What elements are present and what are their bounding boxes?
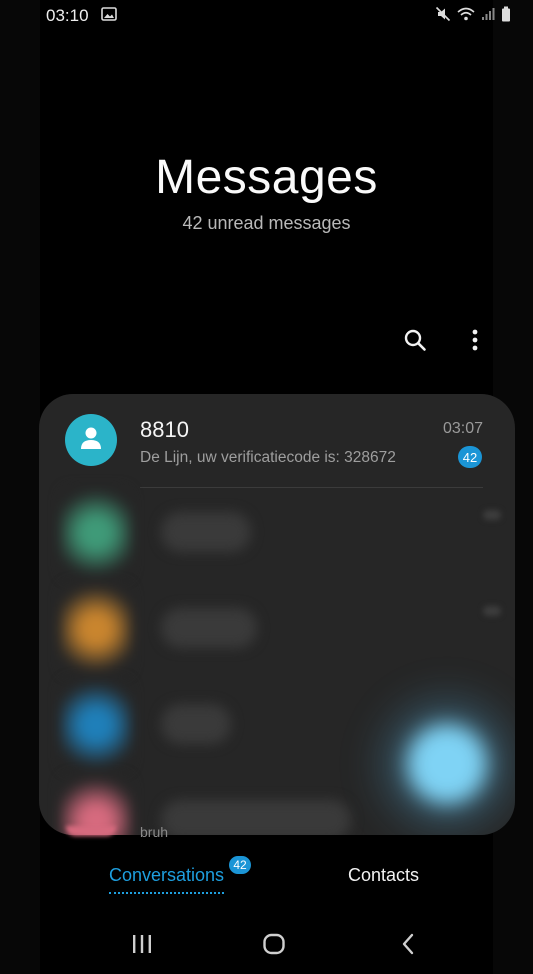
unread-count-subtitle: 42 unread messages bbox=[182, 213, 351, 233]
conversation-time: 03:07 bbox=[442, 420, 483, 437]
unread-badge: 42 bbox=[458, 446, 482, 468]
more-options-icon bbox=[471, 328, 479, 357]
blurred-conversation-item[interactable] bbox=[61, 488, 501, 584]
back-icon bbox=[400, 933, 416, 960]
home-button[interactable] bbox=[254, 931, 294, 961]
blurred-avatar bbox=[61, 488, 131, 578]
battery-icon bbox=[501, 6, 511, 27]
recent-apps-button[interactable] bbox=[122, 931, 162, 961]
conversations-tab-badge: 42 bbox=[228, 855, 252, 875]
toolbar bbox=[399, 322, 491, 362]
compose-button[interactable] bbox=[407, 724, 487, 804]
tab-conversations[interactable]: Conversations bbox=[109, 865, 225, 894]
search-button[interactable] bbox=[399, 322, 431, 362]
blurred-text bbox=[161, 800, 351, 835]
status-time: 03:10 bbox=[46, 6, 89, 25]
app-header: Messages 42 unread messages bbox=[0, 150, 533, 234]
status-right-icons bbox=[435, 6, 511, 27]
blurred-conversation-item[interactable] bbox=[61, 584, 501, 680]
mute-icon bbox=[435, 6, 451, 27]
blurred-text bbox=[161, 608, 257, 648]
conversation-preview: De Lijn, uw verificatiecode is: 328672 bbox=[140, 449, 396, 466]
left-edge-shade bbox=[0, 0, 40, 974]
recent-apps-icon bbox=[131, 934, 153, 959]
status-left-icons bbox=[100, 6, 117, 26]
wifi-icon bbox=[457, 7, 475, 26]
conversation-list[interactable]: 8810 De Lijn, uw verificatiecode is: 328… bbox=[39, 394, 515, 835]
signal-icon bbox=[481, 7, 495, 26]
home-icon bbox=[262, 933, 286, 960]
back-button[interactable] bbox=[388, 931, 428, 961]
bottom-tabs: Conversations 42 Contacts bbox=[0, 855, 533, 905]
conversation-sender: 8810 bbox=[140, 417, 189, 442]
gallery-icon bbox=[100, 6, 117, 26]
blurred-text bbox=[161, 512, 251, 552]
conversation-item[interactable]: 8810 De Lijn, uw verificatiecode is: 328… bbox=[39, 394, 515, 486]
status-bar: 03:10 bbox=[0, 0, 533, 32]
peek-preview-text: bruh bbox=[140, 824, 169, 840]
person-icon bbox=[80, 426, 102, 455]
blurred-meta bbox=[483, 510, 501, 520]
page-title: Messages bbox=[155, 151, 378, 204]
tab-contacts[interactable]: Contacts bbox=[348, 865, 419, 886]
system-nav-bar bbox=[0, 915, 533, 974]
search-icon bbox=[403, 328, 427, 357]
blurred-avatar bbox=[61, 584, 131, 674]
more-options-button[interactable] bbox=[459, 322, 491, 362]
blurred-avatar bbox=[61, 680, 131, 770]
blurred-text bbox=[161, 704, 231, 744]
blurred-meta bbox=[483, 606, 501, 616]
peek-avatar bbox=[66, 826, 116, 836]
avatar bbox=[65, 414, 117, 466]
